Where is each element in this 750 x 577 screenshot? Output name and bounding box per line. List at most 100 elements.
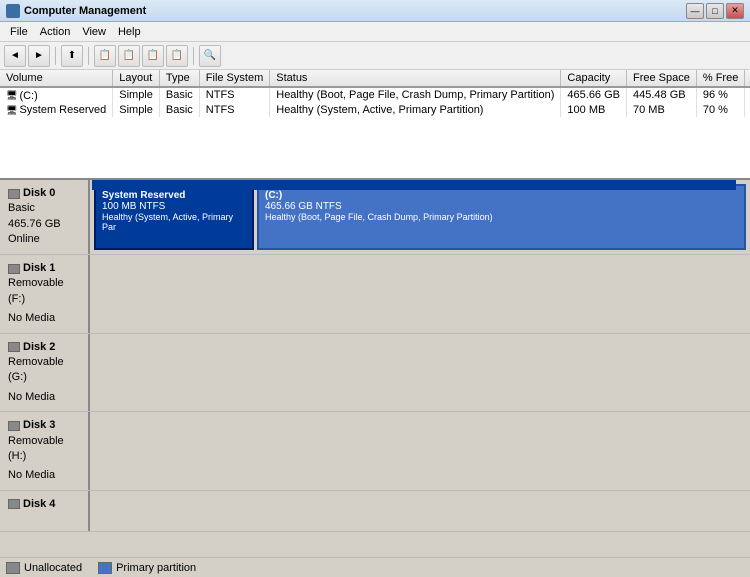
cell-volume-1: 🖥 System Reserved: [0, 103, 113, 118]
help-button[interactable]: 📋: [142, 45, 164, 67]
cell-fault-1: No: [745, 103, 750, 118]
disk-status-0: Online: [8, 232, 80, 247]
disk-row-1: Disk 1 Removable (F:) No Media: [0, 255, 750, 334]
disk-label-0: Disk 0 Basic 465.76 GB Online: [0, 180, 90, 254]
col-header-volume[interactable]: Volume: [0, 70, 113, 87]
col-header-pctfree[interactable]: % Free: [696, 70, 744, 87]
back-button[interactable]: ◄: [4, 45, 26, 67]
disk-label-4: Disk 4: [0, 491, 90, 531]
col-header-capacity[interactable]: Capacity: [561, 70, 627, 87]
disk-name-0: Disk 0: [8, 186, 80, 201]
toolbar-separator-2: [88, 47, 89, 65]
menu-help[interactable]: Help: [112, 24, 147, 40]
disk-icon-2: [8, 342, 20, 352]
minimize-button[interactable]: —: [686, 3, 704, 19]
title-bar-buttons: — □ ✕: [686, 3, 744, 19]
disk-name-2: Disk 2: [8, 340, 80, 355]
legend-unallocated: Unallocated: [6, 562, 82, 574]
partition-size-sr: 100 MB NTFS: [102, 201, 246, 212]
partition-c-drive[interactable]: (C:) 465.66 GB NTFS Healthy (Boot, Page …: [257, 184, 746, 250]
maximize-button[interactable]: □: [706, 3, 724, 19]
disk-row-3: Disk 3 Removable (H:) No Media: [0, 412, 750, 491]
up-button[interactable]: ⬆: [61, 45, 83, 67]
disk-label-1: Disk 1 Removable (F:) No Media: [0, 255, 90, 333]
forward-button[interactable]: ►: [28, 45, 50, 67]
menu-action[interactable]: Action: [34, 24, 77, 40]
disk-icon-0: [8, 189, 20, 199]
disk-type-2: Removable (G:): [8, 355, 80, 386]
cell-fault-0: No: [745, 87, 750, 103]
table-row[interactable]: 🖥 (C:) Simple Basic NTFS Healthy (Boot, …: [0, 87, 750, 103]
partition-name-c: (C:): [265, 190, 738, 201]
app-icon: [6, 4, 20, 18]
legend-primary: Primary partition: [98, 562, 196, 574]
disk-row-0: Disk 0 Basic 465.76 GB Online System Res…: [0, 180, 750, 255]
disk-partitions-4: [90, 491, 750, 531]
disk-partitions-0: System Reserved 100 MB NTFS Healthy (Sys…: [90, 180, 750, 254]
legend-label-unallocated: Unallocated: [24, 562, 82, 574]
disk-row-4: Disk 4: [0, 491, 750, 532]
menu-file[interactable]: File: [4, 24, 34, 40]
legend-box-primary: [98, 562, 112, 574]
title-bar: Computer Management — □ ✕: [0, 0, 750, 22]
export-button[interactable]: 📋: [166, 45, 188, 67]
col-header-status[interactable]: Status: [270, 70, 561, 87]
volume-table: Volume Layout Type File System Status Ca…: [0, 70, 750, 117]
toolbar: ◄ ► ⬆ 📋 📋 📋 📋 🔍: [0, 42, 750, 70]
properties-button[interactable]: 📋: [118, 45, 140, 67]
close-button[interactable]: ✕: [726, 3, 744, 19]
disk-row-2: Disk 2 Removable (G:) No Media: [0, 334, 750, 413]
disk-size-0: 465.76 GB: [8, 217, 80, 232]
disk-name-3: Disk 3: [8, 418, 80, 433]
cell-layout-1: Simple: [113, 103, 160, 118]
disk-type-1: Removable (F:): [8, 276, 80, 307]
col-header-fault[interactable]: Fault Tolerance: [745, 70, 750, 87]
disk-status-2: No Media: [8, 390, 80, 405]
cell-fs-0: NTFS: [199, 87, 269, 103]
disk-type-3: Removable (H:): [8, 434, 80, 465]
content-area: Volume Layout Type File System Status Ca…: [0, 70, 750, 577]
partition-system-reserved[interactable]: System Reserved 100 MB NTFS Healthy (Sys…: [94, 184, 254, 250]
disk-partitions-2: [90, 334, 750, 412]
cell-fs-1: NTFS: [199, 103, 269, 118]
disk-map[interactable]: Disk 0 Basic 465.76 GB Online System Res…: [0, 180, 750, 557]
partition-status-c: Healthy (Boot, Page File, Crash Dump, Pr…: [265, 212, 738, 222]
menu-view[interactable]: View: [76, 24, 112, 40]
table-row[interactable]: 🖥 System Reserved Simple Basic NTFS Heal…: [0, 103, 750, 118]
col-header-layout[interactable]: Layout: [113, 70, 160, 87]
show-hide-button[interactable]: 📋: [94, 45, 116, 67]
disk-type-0: Basic: [8, 201, 80, 216]
search-button[interactable]: 🔍: [199, 45, 221, 67]
cell-type-0: Basic: [159, 87, 199, 103]
cell-type-1: Basic: [159, 103, 199, 118]
cell-status-1: Healthy (System, Active, Primary Partiti…: [270, 103, 561, 118]
disk-status-1: No Media: [8, 311, 80, 326]
status-bar: Unallocated Primary partition: [0, 557, 750, 577]
toolbar-separator-3: [193, 47, 194, 65]
cell-capacity-0: 465.66 GB: [561, 87, 627, 103]
partition-size-c: 465.66 GB NTFS: [265, 201, 738, 212]
disk-icon-1: [8, 264, 20, 274]
col-header-freespace[interactable]: Free Space: [627, 70, 697, 87]
disk-icon-3: [8, 421, 20, 431]
cell-volume-0: 🖥 (C:): [0, 87, 113, 103]
menu-bar: File Action View Help: [0, 22, 750, 42]
cell-capacity-1: 100 MB: [561, 103, 627, 118]
cell-pctfree-1: 70 %: [696, 103, 744, 118]
partition-name-sr: System Reserved: [102, 190, 246, 201]
cell-pctfree-0: 96 %: [696, 87, 744, 103]
disk-icon-4: [8, 499, 20, 509]
col-header-filesystem[interactable]: File System: [199, 70, 269, 87]
cell-freespace-0: 445.48 GB: [627, 87, 697, 103]
disk-name-4: Disk 4: [8, 497, 80, 512]
cell-freespace-1: 70 MB: [627, 103, 697, 118]
window-title: Computer Management: [24, 5, 146, 17]
col-header-type[interactable]: Type: [159, 70, 199, 87]
disk-name-1: Disk 1: [8, 261, 80, 276]
disk-partitions-1: [90, 255, 750, 333]
disk-label-3: Disk 3 Removable (H:) No Media: [0, 412, 90, 490]
volume-list: Volume Layout Type File System Status Ca…: [0, 70, 750, 180]
toolbar-separator-1: [55, 47, 56, 65]
disk-label-2: Disk 2 Removable (G:) No Media: [0, 334, 90, 412]
legend-box-unallocated: [6, 562, 20, 574]
